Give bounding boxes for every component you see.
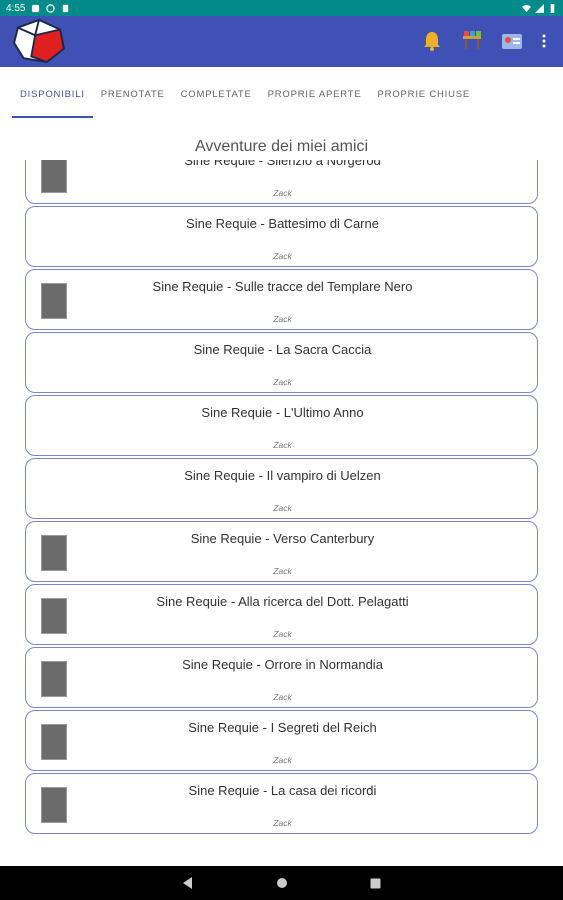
adventure-card[interactable]: Sine Requie - Silenzio a Norgerod Zack <box>25 160 538 204</box>
game-table-button[interactable] <box>459 28 485 54</box>
adventure-card[interactable]: Sine Requie - La casa dei ricordi Zack <box>25 773 538 834</box>
tab-proprie-chiuse[interactable]: PROPRIE CHIUSE <box>370 67 479 121</box>
app-logo-icon[interactable] <box>10 18 68 64</box>
tab-proprie-aperte[interactable]: PROPRIE APERTE <box>260 67 370 121</box>
adventure-card[interactable]: Sine Requie - Orrore in Normandia Zack <box>25 647 538 708</box>
tab-disponibili[interactable]: DISPONIBILI <box>12 67 93 121</box>
adventure-author: Zack <box>273 818 292 828</box>
adventure-card[interactable]: Sine Requie - Il vampiro di Uelzen Zack <box>25 458 538 519</box>
adventure-title: Sine Requie - Silenzio a Norgerod <box>184 160 381 168</box>
adventure-title: Sine Requie - La Sacra Caccia <box>193 342 372 357</box>
adventure-card[interactable]: Sine Requie - Sulle tracce del Templare … <box>25 269 538 330</box>
adventure-card[interactable]: Sine Requie - Alla ricerca del Dott. Pel… <box>25 584 538 645</box>
profile-button[interactable] <box>499 28 525 54</box>
status-time: 4:55 <box>6 2 26 14</box>
adventure-title: Sine Requie - Battesimo di Carne <box>186 216 379 231</box>
signal-icon <box>535 3 544 13</box>
back-icon <box>182 877 192 889</box>
sync-icon <box>46 3 56 13</box>
adventure-list[interactable]: Sine Requie - Silenzio a Norgerod Zack S… <box>25 160 538 838</box>
tab-completate[interactable]: COMPLETATE <box>173 67 260 121</box>
home-icon <box>276 878 287 888</box>
dice-table-icon <box>463 31 481 49</box>
notifications-button[interactable] <box>419 28 445 54</box>
adventure-author: Zack <box>273 188 292 198</box>
adventure-author: Zack <box>273 755 292 765</box>
bell-icon <box>424 32 440 51</box>
adventure-card[interactable]: Sine Requie - La Sacra Caccia Zack <box>25 332 538 393</box>
adventure-title: Sine Requie - Orrore in Normandia <box>182 657 383 672</box>
adventure-card[interactable]: Sine Requie - Verso Canterbury Zack <box>25 521 538 582</box>
adventure-author: Zack <box>273 440 292 450</box>
adventure-card[interactable]: Sine Requie - L'Ultimo Anno Zack <box>25 395 538 456</box>
nav-recents-button[interactable] <box>369 876 383 890</box>
section-title: Avventure dei miei amici <box>194 138 369 155</box>
adventure-author: Zack <box>273 629 292 639</box>
battery-icon <box>550 3 555 13</box>
more-vert-icon <box>542 34 546 48</box>
tab-prenotate[interactable]: PRENOTATE <box>93 67 173 121</box>
app-bar <box>0 16 563 67</box>
adventure-title: Sine Requie - Verso Canterbury <box>190 531 375 546</box>
adventure-card[interactable]: Sine Requie - I Segreti del Reich Zack <box>25 710 538 771</box>
more-options-button[interactable] <box>539 28 549 54</box>
system-nav-bar <box>0 866 563 900</box>
adventure-author: Zack <box>273 692 292 702</box>
app-icon <box>63 4 69 12</box>
adventure-author: Zack <box>273 377 292 387</box>
adventure-title: Sine Requie - Alla ricerca del Dott. Pel… <box>156 594 409 609</box>
notification-icon <box>32 4 40 12</box>
adventure-title: Sine Requie - L'Ultimo Anno <box>201 405 364 420</box>
recents-icon <box>370 878 381 888</box>
adventure-card[interactable]: Sine Requie - Battesimo di Carne Zack <box>25 206 538 267</box>
adventure-author: Zack <box>273 503 292 513</box>
adventure-title: Sine Requie - La casa dei ricordi <box>188 783 377 798</box>
profile-card-icon <box>502 34 522 49</box>
adventure-author: Zack <box>273 251 292 261</box>
adventure-title: Sine Requie - Sulle tracce del Templare … <box>152 279 413 294</box>
tab-bar: DISPONIBILI PRENOTATE COMPLETATE PROPRIE… <box>0 67 563 121</box>
nav-home-button[interactable] <box>275 876 289 890</box>
nav-back-button[interactable] <box>181 876 195 890</box>
adventure-author: Zack <box>273 314 292 324</box>
adventure-author: Zack <box>273 566 292 576</box>
wifi-icon <box>522 4 531 12</box>
adventure-title: Sine Requie - Il vampiro di Uelzen <box>184 468 381 483</box>
adventure-title: Sine Requie - I Segreti del Reich <box>188 720 377 735</box>
status-bar: 4:55 <box>0 0 563 16</box>
